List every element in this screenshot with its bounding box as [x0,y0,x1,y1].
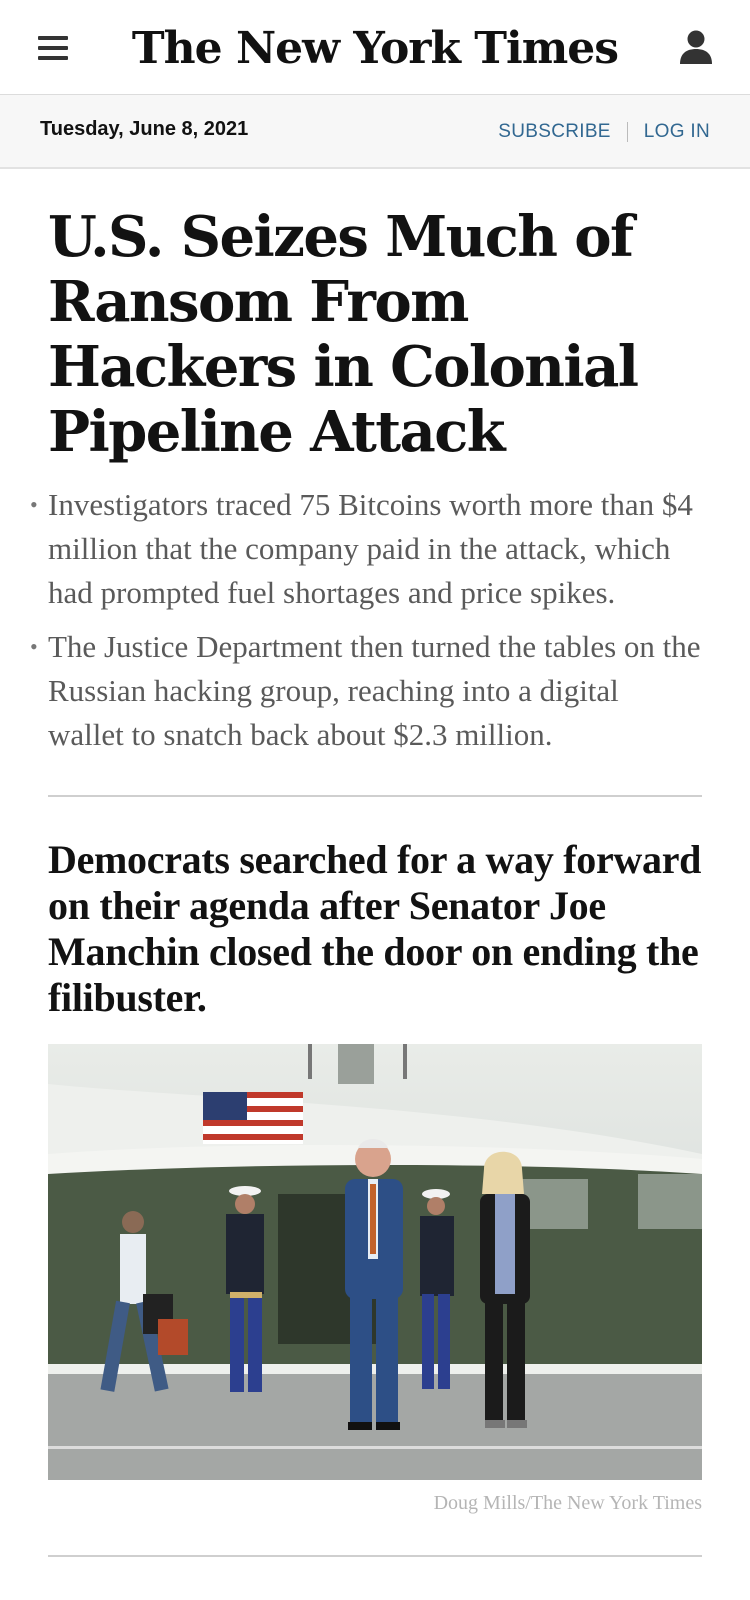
date-bar: Tuesday, June 8, 2021 SUBSCRIBE LOG IN [0,95,750,169]
section-divider [48,1555,702,1557]
summary-item: • Investigators traced 75 Bitcoins worth… [30,483,702,615]
summary-text: Investigators traced 75 Bitcoins worth m… [48,487,693,610]
masthead-logo[interactable]: The New York Times [132,18,619,78]
lead-headline[interactable]: U.S. Seizes Much of Ransom From Hackers … [48,205,702,465]
account-icon[interactable] [678,28,714,68]
summary-text: The Justice Department then turned the t… [48,629,701,752]
photo-illustration [48,1044,702,1480]
hamburger-menu-icon[interactable] [38,36,68,60]
bullet-icon: • [30,492,38,517]
main-content: U.S. Seizes Much of Ransom From Hackers … [30,205,702,1557]
person-icon [680,30,712,64]
subscribe-link[interactable]: SUBSCRIBE [498,121,611,143]
second-headline[interactable]: Democrats searched for a way forward on … [48,837,702,1021]
top-bar: The New York Times [0,0,750,95]
login-link[interactable]: LOG IN [644,121,710,143]
summary-item: • The Justice Department then turned the… [30,625,702,757]
bullet-icon: • [30,634,38,659]
auth-divider [626,122,628,142]
auth-links: SUBSCRIBE LOG IN [498,121,710,143]
lead-summary-list: • Investigators traced 75 Bitcoins worth… [30,483,702,757]
photo-credit: Doug Mills/The New York Times [433,1492,702,1514]
section-divider [48,795,702,797]
current-date: Tuesday, June 8, 2021 [40,118,249,140]
story-photo[interactable] [48,1044,702,1480]
